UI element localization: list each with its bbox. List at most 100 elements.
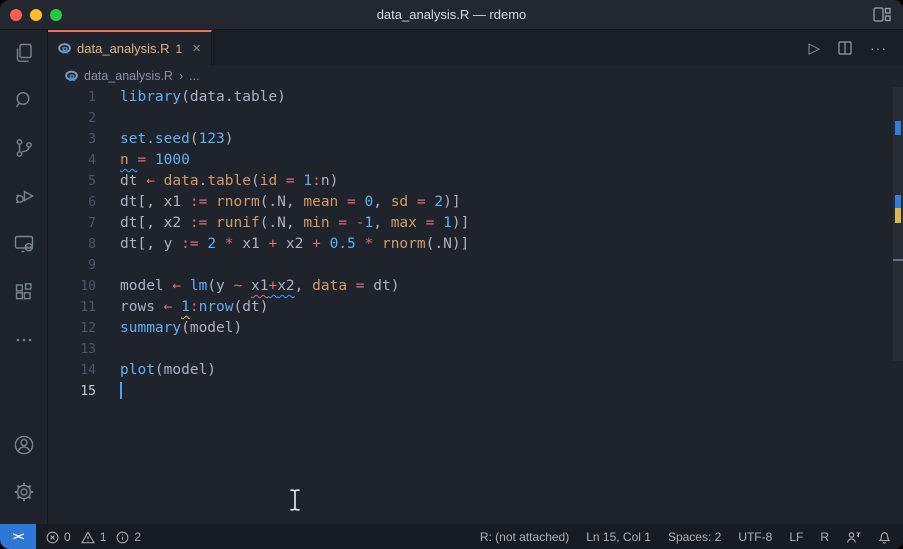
remote-indicator-icon[interactable]: >< xyxy=(0,524,36,549)
code-line[interactable]: 3set.seed(123) xyxy=(48,129,903,150)
warning-count: 1 xyxy=(100,530,107,544)
breadcrumb-separator: › xyxy=(179,69,183,83)
more-actions-icon[interactable]: ··· xyxy=(870,40,887,56)
main-area: R data_analysis.R 1 × ▷ ··· xyxy=(0,30,903,524)
code-line[interactable]: 4n = 1000 xyxy=(48,150,903,171)
status-bar: >< 0 1 2 R: (not attached) Ln 15, Col 1 … xyxy=(0,524,903,549)
line-number: 5 xyxy=(48,171,120,192)
line-number: 4 xyxy=(48,150,120,171)
code-line[interactable]: 8dt[, y := 2 * x1 + x2 + 0.5 * rnorm(.N)… xyxy=(48,234,903,255)
breadcrumb: R data_analysis.R › ... xyxy=(48,65,903,87)
code-text xyxy=(120,108,903,129)
code-line[interactable]: 6dt[, x1 := rnorm(.N, mean = 0, sd = 2)] xyxy=(48,192,903,213)
ruler-info-mark xyxy=(895,121,901,135)
line-number: 13 xyxy=(48,339,120,360)
code-text xyxy=(120,255,903,276)
run-and-debug-icon[interactable] xyxy=(0,172,48,220)
cursor-position[interactable]: Ln 15, Col 1 xyxy=(586,530,651,544)
code-text: summary(model) xyxy=(120,318,903,339)
line-number: 7 xyxy=(48,213,120,234)
code-text: plot(model) xyxy=(120,360,903,381)
code-line[interactable]: 2 xyxy=(48,108,903,129)
code-text: n = 1000 xyxy=(120,150,903,171)
more-views-icon[interactable] xyxy=(0,316,48,364)
run-file-icon[interactable]: ▷ xyxy=(808,39,820,57)
code-text: model ← lm(y ~ x1+x2, data = dt) xyxy=(120,276,903,297)
ruler-info-mark xyxy=(895,195,901,208)
title-bar: data_analysis.R — rdemo xyxy=(0,0,903,30)
line-number: 12 xyxy=(48,318,120,339)
code-line[interactable]: 12summary(model) xyxy=(48,318,903,339)
code-line[interactable]: 1library(data.table) xyxy=(48,87,903,108)
text-cursor xyxy=(120,382,122,399)
code-line[interactable]: 10model ← lm(y ~ x1+x2, data = dt) xyxy=(48,276,903,297)
eol-sequence[interactable]: LF xyxy=(789,530,803,544)
code-line[interactable]: 5dt ← data.table(id = 1:n) xyxy=(48,171,903,192)
r-language-icon: R xyxy=(58,41,71,57)
breadcrumb-file[interactable]: data_analysis.R xyxy=(84,69,173,83)
line-number: 11 xyxy=(48,297,120,318)
bell-icon[interactable] xyxy=(878,530,891,544)
vscode-window: data_analysis.R — rdemo xyxy=(0,0,903,549)
line-number: 14 xyxy=(48,360,120,381)
code-line[interactable]: 11rows ← 1:nrow(dt) xyxy=(48,297,903,318)
line-number: 6 xyxy=(48,192,120,213)
mouse-ibeam-cursor xyxy=(288,487,302,520)
tab-bar: R data_analysis.R 1 × ▷ ··· xyxy=(48,30,903,65)
overview-ruler xyxy=(893,87,903,524)
account-icon[interactable] xyxy=(0,422,48,468)
status-bar-right: R: (not attached) Ln 15, Col 1 Spaces: 2… xyxy=(480,530,903,544)
tab-filename: data_analysis.R xyxy=(77,41,170,56)
code-text xyxy=(120,339,903,360)
code-line[interactable]: 9 xyxy=(48,255,903,276)
code-text xyxy=(120,381,903,402)
error-icon xyxy=(46,531,59,544)
code-text: library(data.table) xyxy=(120,87,903,108)
code-text: rows ← 1:nrow(dt) xyxy=(120,297,903,318)
activity-bar xyxy=(0,30,48,524)
code-line[interactable]: 7dt[, x2 := runif(.N, min = -1, max = 1)… xyxy=(48,213,903,234)
explorer-icon[interactable] xyxy=(0,30,48,76)
r-language-icon: R xyxy=(65,70,78,83)
code-editor[interactable]: 1library(data.table)23set.seed(123)4n = … xyxy=(48,87,903,524)
line-number: 8 xyxy=(48,234,120,255)
encoding[interactable]: UTF-8 xyxy=(738,530,772,544)
code-lines: 1library(data.table)23set.seed(123)4n = … xyxy=(48,87,903,402)
line-number: 3 xyxy=(48,129,120,150)
code-text: dt[, y := 2 * x1 + x2 + 0.5 * rnorm(.N)] xyxy=(120,234,903,255)
feedback-icon[interactable] xyxy=(846,531,861,544)
indentation[interactable]: Spaces: 2 xyxy=(668,530,721,544)
error-count: 0 xyxy=(64,530,71,544)
code-text: dt ← data.table(id = 1:n) xyxy=(120,171,903,192)
extensions-icon[interactable] xyxy=(0,268,48,316)
customize-layout-icon[interactable] xyxy=(873,7,891,22)
split-editor-icon[interactable] xyxy=(838,41,852,55)
ruler-cursor-mark xyxy=(893,259,903,261)
breadcrumb-symbol[interactable]: ... xyxy=(189,69,199,83)
code-line[interactable]: 15 xyxy=(48,381,903,402)
warning-icon xyxy=(81,531,95,544)
line-number: 2 xyxy=(48,108,120,129)
svg-text:R: R xyxy=(62,46,69,56)
code-line[interactable]: 14plot(model) xyxy=(48,360,903,381)
svg-text:R: R xyxy=(69,74,76,83)
tab-close-icon[interactable]: × xyxy=(192,41,201,56)
r-session-status[interactable]: R: (not attached) xyxy=(480,530,569,544)
tab-badge: 1 xyxy=(176,42,183,56)
settings-gear-icon[interactable] xyxy=(0,468,48,516)
code-line[interactable]: 13 xyxy=(48,339,903,360)
editor-group: R data_analysis.R 1 × ▷ ··· xyxy=(48,30,903,524)
language-mode[interactable]: R xyxy=(820,530,829,544)
window-title: data_analysis.R — rdemo xyxy=(0,7,903,22)
search-icon[interactable] xyxy=(0,76,48,124)
source-control-icon[interactable] xyxy=(0,124,48,172)
ruler-warning-mark xyxy=(895,208,901,223)
tab-data-analysis[interactable]: R data_analysis.R 1 × xyxy=(48,30,212,65)
editor-actions: ▷ ··· xyxy=(808,30,903,65)
activity-bar-bottom xyxy=(0,422,48,516)
code-text: dt[, x2 := runif(.N, min = -1, max = 1)] xyxy=(120,213,903,234)
code-text: set.seed(123) xyxy=(120,129,903,150)
remote-explorer-icon[interactable] xyxy=(0,220,48,268)
problems-indicator[interactable]: 0 1 2 xyxy=(46,530,141,544)
info-icon xyxy=(116,531,129,544)
